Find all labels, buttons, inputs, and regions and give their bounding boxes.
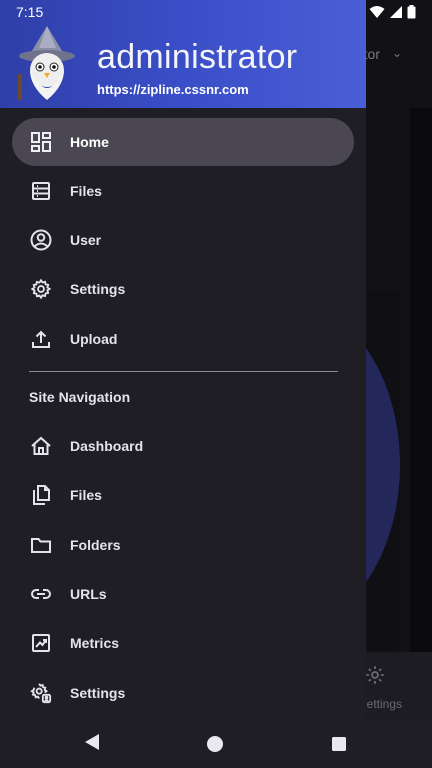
link-icon bbox=[29, 582, 53, 606]
battery-icon bbox=[407, 5, 416, 19]
list-icon bbox=[29, 179, 53, 203]
chart-icon bbox=[29, 631, 53, 655]
server-url: https://zipline.cssnr.com bbox=[97, 82, 249, 97]
files-icon bbox=[29, 483, 53, 507]
nav-item-upload[interactable]: Upload bbox=[12, 315, 354, 363]
account-icon bbox=[29, 228, 53, 252]
nav-item-files[interactable]: Files bbox=[12, 167, 354, 215]
background-settings-label: ettings bbox=[366, 697, 402, 711]
nav-item-folders[interactable]: Folders bbox=[12, 521, 354, 569]
nav-item-user[interactable]: User bbox=[12, 216, 354, 264]
nav-item-urls[interactable]: URLs bbox=[12, 570, 354, 618]
background-header-title: tor bbox=[363, 46, 380, 62]
nav-item-label: User bbox=[70, 232, 102, 248]
drawer-divider bbox=[29, 371, 338, 372]
nav-item-home[interactable]: Home bbox=[12, 118, 354, 166]
nav-item-label: Metrics bbox=[70, 635, 120, 651]
chevron-down-icon: ⌄ bbox=[391, 46, 402, 60]
nav-item-settings[interactable]: Settings bbox=[12, 265, 354, 313]
nav-item-label: Files bbox=[70, 183, 102, 199]
nav-item-site-files[interactable]: Files bbox=[12, 471, 354, 519]
section-title-site-navigation: Site Navigation bbox=[29, 389, 131, 405]
system-nav-bar bbox=[0, 720, 432, 768]
recents-icon[interactable] bbox=[331, 736, 347, 752]
folder-icon bbox=[29, 533, 53, 557]
gear-icon bbox=[366, 666, 384, 684]
status-icons bbox=[369, 5, 416, 19]
gear-icon bbox=[29, 277, 53, 301]
signal-icon bbox=[390, 6, 402, 18]
nav-item-label: URLs bbox=[70, 586, 107, 602]
user-name: administrator bbox=[97, 38, 298, 76]
nav-item-label: Settings bbox=[70, 685, 126, 701]
dashboard-icon bbox=[29, 130, 53, 154]
status-time: 7:15 bbox=[16, 4, 44, 20]
house-icon bbox=[29, 434, 53, 458]
wifi-icon bbox=[369, 6, 385, 18]
back-icon[interactable] bbox=[84, 733, 100, 751]
nav-item-dashboard[interactable]: Dashboard bbox=[12, 422, 354, 470]
nav-item-label: Dashboard bbox=[70, 438, 144, 454]
avatar bbox=[18, 26, 75, 100]
nav-item-label: Home bbox=[70, 134, 109, 150]
nav-item-label: Settings bbox=[70, 281, 126, 297]
nav-item-site-settings[interactable]: Settings bbox=[12, 669, 354, 717]
navigation-drawer: administrator https://zipline.cssnr.com … bbox=[0, 0, 366, 768]
status-bar: 7:15 bbox=[0, 0, 432, 24]
nav-item-label: Files bbox=[70, 487, 102, 503]
nav-item-label: Folders bbox=[70, 537, 121, 553]
nav-item-metrics[interactable]: Metrics bbox=[12, 619, 354, 667]
nav-item-label: Upload bbox=[70, 331, 118, 347]
upload-icon bbox=[29, 327, 53, 351]
home-icon[interactable] bbox=[206, 735, 224, 753]
user-settings-icon bbox=[29, 681, 53, 705]
